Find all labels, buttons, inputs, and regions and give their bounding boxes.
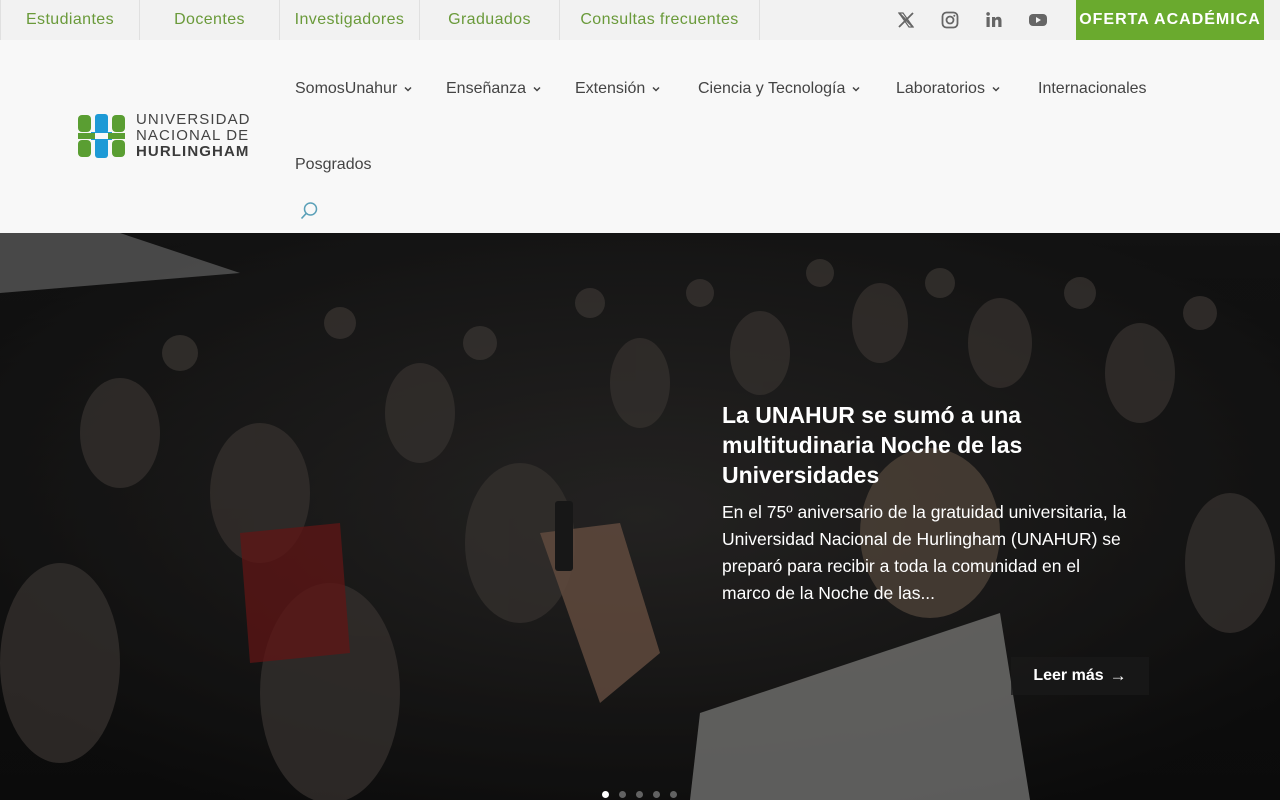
instagram-icon[interactable] [934, 0, 966, 40]
nav-item-label: Posgrados [295, 156, 372, 173]
nav-item-label: SomosUnahur [295, 80, 398, 97]
main-header: UNIVERSIDAD NACIONAL DE HURLINGHAM Somos… [0, 40, 1280, 233]
linkedin-icon[interactable] [978, 0, 1010, 40]
oferta-academica-button[interactable]: OFERTA ACADÉMICA [1076, 0, 1264, 40]
top-link-estudiantes[interactable]: Estudiantes [0, 0, 140, 40]
logo-line-2: NACIONAL DE [136, 127, 250, 144]
slider-pagination [602, 791, 687, 798]
nav-item-internacionales[interactable]: Internacionales [1038, 80, 1147, 98]
nav-item-ciencia-y-tecnologia[interactable]: Ciencia y Tecnología [698, 80, 861, 98]
hero-slider[interactable]: La UNAHUR se sumó a una multitudinaria N… [0, 233, 1280, 800]
nav-item-label: Ciencia y Tecnología [698, 80, 846, 97]
university-logo[interactable]: UNIVERSIDAD NACIONAL DE HURLINGHAM [76, 112, 251, 160]
top-link-investigadores[interactable]: Investigadores [280, 0, 420, 40]
logo-line-1: UNIVERSIDAD [136, 111, 251, 128]
logo-mark-icon [76, 113, 128, 159]
top-link-consultas-frecuentes[interactable]: Consultas frecuentes [560, 0, 760, 40]
chevron-down-icon [851, 84, 861, 94]
top-bar: Estudiantes Docentes Investigadores Grad… [0, 0, 1280, 40]
nav-item-laboratorios[interactable]: Laboratorios [896, 80, 1001, 98]
hero-excerpt: En el 75º aniversario de la gratuidad un… [722, 502, 1127, 603]
hero-title[interactable]: La UNAHUR se sumó a una multitudinaria N… [722, 400, 1042, 490]
nav-item-posgrados[interactable]: Posgrados [295, 156, 372, 174]
slider-dot[interactable] [670, 791, 677, 798]
logo-text: UNIVERSIDAD NACIONAL DE HURLINGHAM [136, 112, 251, 160]
nav-item-label: Enseñanza [446, 80, 527, 97]
chevron-down-icon [651, 84, 661, 94]
nav-item-extension[interactable]: Extensión [575, 80, 661, 98]
arrow-right-icon: → [1109, 666, 1127, 685]
slider-dot[interactable] [602, 791, 609, 798]
slider-dot[interactable] [653, 791, 660, 798]
chevron-down-icon [532, 84, 542, 94]
nav-item-label: Laboratorios [896, 80, 985, 97]
search-icon[interactable] [299, 201, 319, 221]
top-link-graduados[interactable]: Graduados [420, 0, 560, 40]
youtube-icon[interactable] [1022, 0, 1054, 40]
nav-item-label: Internacionales [1038, 80, 1147, 97]
social-links [890, 0, 1066, 40]
x-icon[interactable] [890, 0, 922, 40]
chevron-down-icon [991, 84, 1001, 94]
top-link-docentes[interactable]: Docentes [140, 0, 280, 40]
slider-dot[interactable] [636, 791, 643, 798]
slider-dot[interactable] [619, 791, 626, 798]
read-more-button[interactable]: Leer más → [1011, 657, 1149, 695]
nav-item-label: Extensión [575, 80, 646, 97]
nav-item-ensenanza[interactable]: Enseñanza [446, 80, 542, 98]
logo-line-3: HURLINGHAM [136, 143, 250, 160]
read-more-label: Leer más [1033, 667, 1104, 684]
nav-item-somosunahur[interactable]: SomosUnahur [295, 80, 413, 98]
chevron-down-icon [403, 84, 413, 94]
